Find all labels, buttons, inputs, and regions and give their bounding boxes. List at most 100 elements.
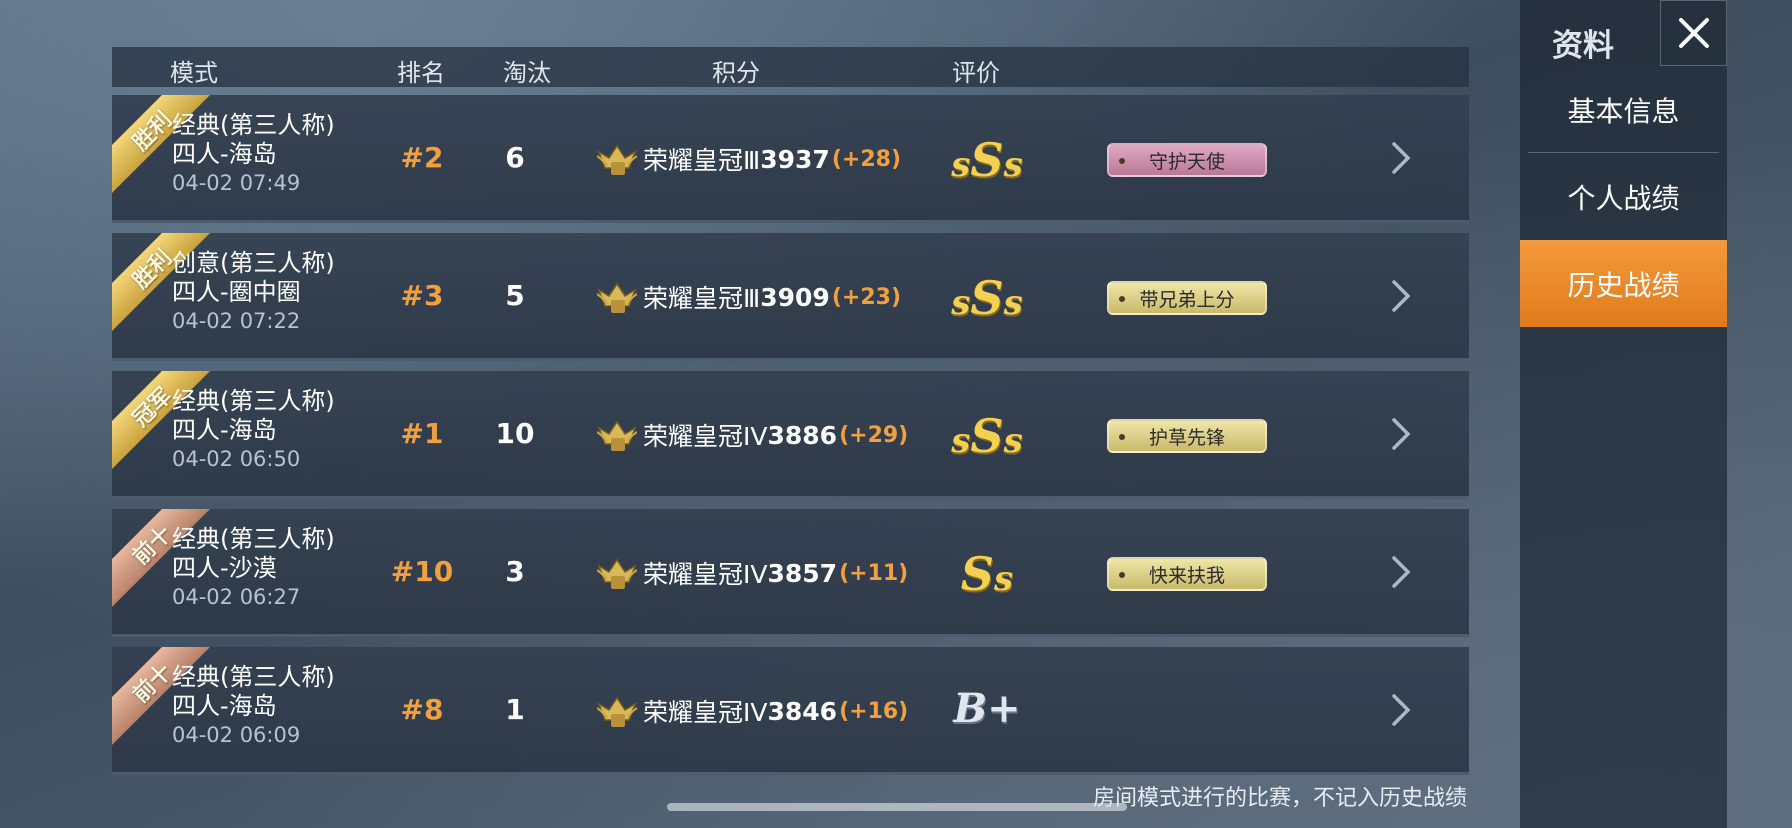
mode-cell: 经典(第三人称) 四人-沙漠 04-02 06:27 <box>172 525 335 612</box>
tag-text: 护草先锋 <box>1148 426 1225 449</box>
chevron-right-icon[interactable] <box>1389 555 1413 589</box>
mode-cell: 经典(第三人称) 四人-海岛 04-02 06:50 <box>172 387 335 474</box>
score-cell: 荣耀皇冠Ⅲ 3909 (+23) <box>597 279 901 315</box>
mode-cell: 经典(第三人称) 四人-海岛 04-02 06:09 <box>172 663 335 750</box>
rank-value: #10 <box>390 555 454 588</box>
grade-text: B+ <box>953 685 1021 732</box>
title-tag: 快来扶我 <box>1107 557 1267 591</box>
crown-tier-4-icon <box>597 696 637 727</box>
mode-cell: 经典(第三人称) 四人-海岛 04-02 07:49 <box>172 111 335 198</box>
panel-title-text: 资料 <box>1552 28 1614 64</box>
map-name: 四人-海岛 <box>172 416 277 444</box>
panel-title: 资料 <box>1520 0 1660 66</box>
points-delta: (+16) <box>839 698 909 724</box>
match-datetime: 04-02 07:22 <box>172 309 301 333</box>
nav-personal-stats-label: 个人战绩 <box>1567 181 1680 215</box>
tier-name: 荣耀皇冠IV <box>643 698 768 727</box>
chevron-right-icon[interactable] <box>1389 141 1413 175</box>
panel-nav: 基本信息 个人战绩 历史战绩 <box>1520 66 1727 828</box>
tag-dot <box>1119 434 1125 440</box>
tag-text: 带兄弟上分 <box>1139 288 1235 311</box>
crown-tier-3-icon <box>597 282 637 313</box>
tag-dot <box>1119 572 1125 578</box>
table-header: 模式 排名 淘汰 积分 评价 <box>112 47 1469 87</box>
nav-basic-info[interactable]: 基本信息 <box>1520 66 1727 153</box>
tier-name: 荣耀皇冠IV <box>643 422 768 451</box>
score-cell: 荣耀皇冠IV 3846 (+16) <box>597 693 908 729</box>
points-delta: (+11) <box>839 560 909 586</box>
tag-dot <box>1119 158 1125 164</box>
title-tag: 守护天使 <box>1107 143 1267 177</box>
match-row[interactable]: 前十 经典(第三人称) 四人-海岛 04-02 06:09 #8 1 荣耀皇冠I… <box>112 647 1469 775</box>
close-button[interactable] <box>1660 0 1727 66</box>
match-row[interactable]: 胜利 经典(第三人称) 四人-海岛 04-02 07:49 #2 6 荣耀皇冠Ⅲ… <box>112 95 1469 223</box>
mode-name: 经典(第三人称) <box>172 525 335 553</box>
nav-personal-stats[interactable]: 个人战绩 <box>1520 153 1727 240</box>
title-tag: 带兄弟上分 <box>1107 281 1267 315</box>
map-name: 四人-圈中圈 <box>172 278 301 306</box>
footer-note: 房间模式进行的比赛，不记入历史战绩 <box>1092 786 1467 811</box>
score-cell: 荣耀皇冠IV 3857 (+11) <box>597 555 908 591</box>
points-delta: (+28) <box>831 146 902 172</box>
tier-name: 荣耀皇冠IV <box>643 560 768 589</box>
grade-badge: sSs <box>951 271 1023 325</box>
horizontal-scrollbar[interactable] <box>667 803 1127 811</box>
header-kills: 淘汰 <box>503 59 551 87</box>
mode-cell: 创意(第三人称) 四人-圈中圈 04-02 07:22 <box>172 249 335 336</box>
points-delta: (+23) <box>831 284 902 310</box>
kills-value: 6 <box>505 141 525 174</box>
mode-name: 经典(第三人称) <box>172 663 335 691</box>
rank-value: #2 <box>400 141 444 174</box>
score-cell: 荣耀皇冠Ⅲ 3937 (+28) <box>597 141 901 177</box>
kills-value: 10 <box>495 417 535 450</box>
tier-points: 3937 <box>760 144 830 174</box>
map-name: 四人-海岛 <box>172 140 277 168</box>
header-mode: 模式 <box>170 59 218 87</box>
match-row[interactable]: 冠军 经典(第三人称) 四人-海岛 04-02 06:50 #1 10 荣耀皇冠… <box>112 371 1469 499</box>
grade-badge: B+ <box>932 685 1042 732</box>
tier-name: 荣耀皇冠Ⅲ <box>643 146 761 175</box>
match-datetime: 04-02 07:49 <box>172 171 301 195</box>
chevron-right-icon[interactable] <box>1389 279 1413 313</box>
tag-text: 快来扶我 <box>1148 564 1225 587</box>
points-delta: (+29) <box>839 422 909 448</box>
header-rank: 排名 <box>397 59 445 87</box>
rank-value: #1 <box>400 417 444 450</box>
crown-tier-3-icon <box>597 144 637 175</box>
rank-value: #3 <box>400 279 444 312</box>
header-grade: 评价 <box>952 59 1000 87</box>
match-datetime: 04-02 06:09 <box>172 723 301 747</box>
grade-badge: sSs <box>951 133 1023 187</box>
map-name: 四人-沙漠 <box>172 554 277 582</box>
nav-match-history[interactable]: 历史战绩 <box>1520 240 1727 327</box>
match-datetime: 04-02 06:50 <box>172 447 301 471</box>
tag-text: 守护天使 <box>1148 150 1225 173</box>
match-row[interactable]: 前十 经典(第三人称) 四人-沙漠 04-02 06:27 #10 3 荣耀皇冠… <box>112 509 1469 637</box>
chevron-right-icon[interactable] <box>1389 417 1413 451</box>
kills-value: 5 <box>505 279 525 312</box>
map-name: 四人-海岛 <box>172 692 277 720</box>
grade-badge: sSs <box>951 409 1023 463</box>
title-tag: 护草先锋 <box>1107 419 1267 453</box>
tier-name: 荣耀皇冠Ⅲ <box>643 284 761 313</box>
tier-points: 3857 <box>767 558 838 588</box>
mode-name: 经典(第三人称) <box>172 111 335 139</box>
match-row[interactable]: 胜利 创意(第三人称) 四人-圈中圈 04-02 07:22 #3 5 荣耀皇冠… <box>112 233 1469 361</box>
match-datetime: 04-02 06:27 <box>172 585 301 609</box>
tier-points: 3886 <box>767 420 838 450</box>
header-score: 积分 <box>712 59 760 87</box>
crown-tier-4-icon <box>597 420 637 451</box>
mode-name: 经典(第三人称) <box>172 387 335 415</box>
grade-badge: Ss <box>960 547 1014 601</box>
rank-value: #8 <box>400 693 444 726</box>
mode-name: 创意(第三人称) <box>172 249 335 277</box>
tier-points: 3909 <box>760 282 830 312</box>
chevron-right-icon[interactable] <box>1389 693 1413 727</box>
crown-tier-4-icon <box>597 558 637 589</box>
match-history-table: 模式 排名 淘汰 积分 评价 胜利 经典(第三人称) 四人-海岛 04-02 0… <box>112 47 1469 775</box>
kills-value: 1 <box>505 693 525 726</box>
tag-dot <box>1119 296 1125 302</box>
kills-value: 3 <box>505 555 525 588</box>
nav-basic-info-label: 基本信息 <box>1567 94 1680 128</box>
tier-points: 3846 <box>767 696 838 726</box>
